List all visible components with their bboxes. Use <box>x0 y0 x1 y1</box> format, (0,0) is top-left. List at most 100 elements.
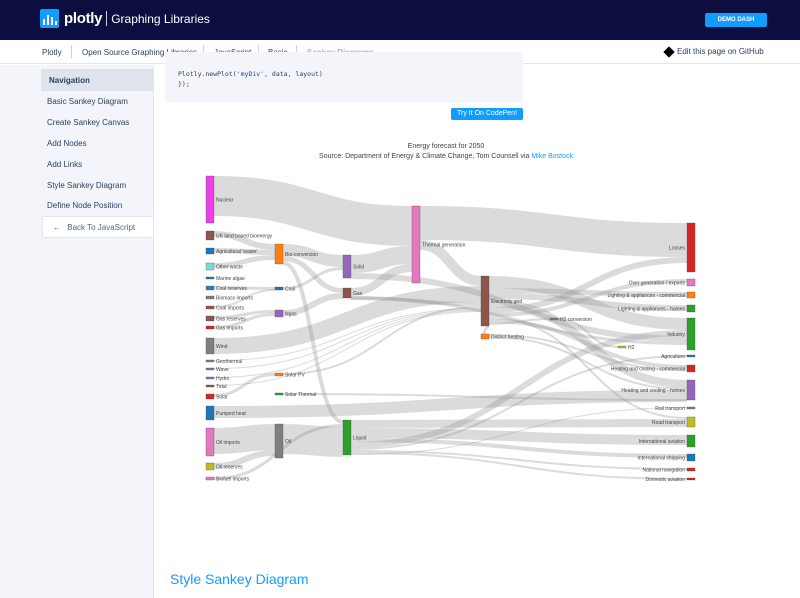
sankey-node[interactable] <box>342 287 352 299</box>
sankey-node-label: UK land based bioenergy <box>216 234 273 240</box>
sankey-node[interactable] <box>205 247 215 255</box>
sankey-node[interactable] <box>617 345 627 349</box>
sankey-node-label: Solar Thermal <box>285 392 316 398</box>
sankey-node-label: Hydro <box>216 376 230 382</box>
sankey-node[interactable] <box>274 372 284 377</box>
sankey-node[interactable] <box>274 286 284 291</box>
sankey-node-label: Nuclear <box>216 198 234 204</box>
sankey-node-label: Heating and cooling - commercial <box>611 367 685 373</box>
sankey-node-label: Solid <box>353 265 364 271</box>
sankey-node[interactable] <box>205 295 215 300</box>
sankey-node[interactable] <box>205 285 215 291</box>
plotly-logo-icon <box>40 9 59 28</box>
back-to-javascript-button[interactable]: ← Back To JavaScript <box>42 216 154 238</box>
demo-dash-button[interactable]: DEMO DASH <box>705 13 767 27</box>
try-codepen-button[interactable]: Try It On CodePen! <box>451 108 523 120</box>
sankey-node[interactable] <box>686 291 696 299</box>
sankey-node[interactable] <box>274 309 284 318</box>
sankey-link[interactable] <box>350 246 413 273</box>
sankey-node[interactable] <box>205 393 215 400</box>
sankey-node[interactable] <box>686 477 696 481</box>
edit-on-github-link[interactable]: Edit this page on GitHub <box>663 45 764 58</box>
sankey-node[interactable] <box>274 423 284 459</box>
sankey-node[interactable] <box>480 333 490 340</box>
sankey-node[interactable] <box>686 364 696 373</box>
plotly-logo[interactable]: plotly Graphing Libraries <box>40 9 210 28</box>
sankey-node-label: Solar PV <box>285 373 305 379</box>
sankey-node[interactable] <box>686 379 696 401</box>
sankey-node[interactable] <box>205 359 215 363</box>
sankey-link[interactable] <box>350 419 688 428</box>
sidebar-item-add-nodes[interactable]: Add Nodes <box>47 139 87 148</box>
breadcrumb-plotly[interactable]: Plotly <box>42 48 62 57</box>
sankey-node-label: Lighting & appliances - commercial <box>607 293 685 299</box>
sankey-node[interactable] <box>274 243 284 265</box>
sankey-node[interactable] <box>342 254 352 279</box>
sankey-node-label: Coal <box>285 287 295 293</box>
sankey-node[interactable] <box>686 453 696 462</box>
sankey-node-label: Agriculture <box>661 354 685 360</box>
sankey-node[interactable] <box>686 467 696 472</box>
sankey-node[interactable] <box>205 376 215 380</box>
sankey-plot[interactable]: Energy forecast for 2050 Source: Departm… <box>165 128 727 493</box>
sankey-node[interactable] <box>205 427 215 457</box>
sankey-node[interactable] <box>480 275 490 327</box>
sankey-node[interactable] <box>205 175 215 224</box>
sankey-node[interactable] <box>686 416 696 428</box>
sankey-svg: Nuclear UK land based bioenergy Agricultur… <box>205 175 696 483</box>
sankey-node[interactable] <box>205 230 215 241</box>
sankey-node-label: International aviation <box>639 439 685 445</box>
sankey-node-label: Thermal generation <box>422 243 466 249</box>
sankey-node[interactable] <box>205 405 215 421</box>
sankey-link[interactable] <box>419 240 482 286</box>
sankey-node[interactable] <box>205 262 215 271</box>
sankey-node-label: Road transport <box>652 420 686 426</box>
sankey-node-label: Coal imports <box>216 306 245 312</box>
sankey-node[interactable] <box>411 205 421 284</box>
sankey-node-label: H2 conversion <box>560 317 592 323</box>
sankey-node[interactable] <box>686 406 696 410</box>
sidebar-item-add-links[interactable]: Add Links <box>47 160 82 169</box>
sidebar-item-basic-sankey[interactable]: Basic Sankey Diagram <box>47 97 128 106</box>
sankey-node[interactable] <box>205 315 215 322</box>
sankey-node[interactable] <box>205 384 215 388</box>
sankey-node[interactable] <box>205 337 215 355</box>
sankey-node[interactable] <box>549 317 559 321</box>
sankey-node-label: Geothermal <box>216 359 242 365</box>
sankey-link[interactable] <box>213 390 688 418</box>
sankey-node[interactable] <box>686 304 696 313</box>
sankey-node-label: Biomass imports <box>216 296 253 302</box>
sidebar-item-node-position[interactable]: Define Node Position <box>47 201 122 210</box>
sankey-node[interactable] <box>686 317 696 351</box>
sankey-node[interactable] <box>686 278 696 287</box>
sankey-node[interactable] <box>205 305 215 310</box>
sankey-node-label: H2 <box>628 345 635 351</box>
sankey-link[interactable] <box>419 206 688 257</box>
sankey-node[interactable] <box>686 354 696 358</box>
sankey-node-label: Other waste <box>216 265 243 271</box>
sankey-node-label: Coal reserves <box>216 286 247 292</box>
sidebar-item-create-canvas[interactable]: Create Sankey Canvas <box>47 118 129 127</box>
logo-word: plotly <box>64 10 103 27</box>
sankey-node[interactable] <box>205 367 215 371</box>
sankey-node[interactable] <box>686 222 696 273</box>
breadcrumb-divider <box>71 45 72 58</box>
logo-subtitle: Graphing Libraries <box>111 11 210 26</box>
sankey-node[interactable] <box>205 276 215 280</box>
sankey-node[interactable] <box>686 434 696 448</box>
sankey-node[interactable] <box>205 325 215 330</box>
sankey-link[interactable] <box>282 424 344 457</box>
sankey-node[interactable] <box>205 462 215 471</box>
sankey-node-label: Electricity grid <box>491 299 522 305</box>
sankey-node[interactable] <box>342 419 352 456</box>
sankey-node[interactable] <box>205 476 215 481</box>
sankey-node-label: Rail transport <box>655 406 685 412</box>
sankey-link[interactable] <box>213 176 413 246</box>
sankey-node-label: Solar <box>216 395 228 401</box>
sidebar-item-style-sankey[interactable]: Style Sankey Diagram <box>47 181 126 190</box>
sankey-link[interactable] <box>282 293 344 316</box>
sankey-node-label: Agricultural 'waste' <box>216 249 257 255</box>
sankey-node-label: Oil <box>285 439 291 445</box>
edit-on-github-label: Edit this page on GitHub <box>677 47 764 56</box>
sankey-node[interactable] <box>274 392 284 396</box>
